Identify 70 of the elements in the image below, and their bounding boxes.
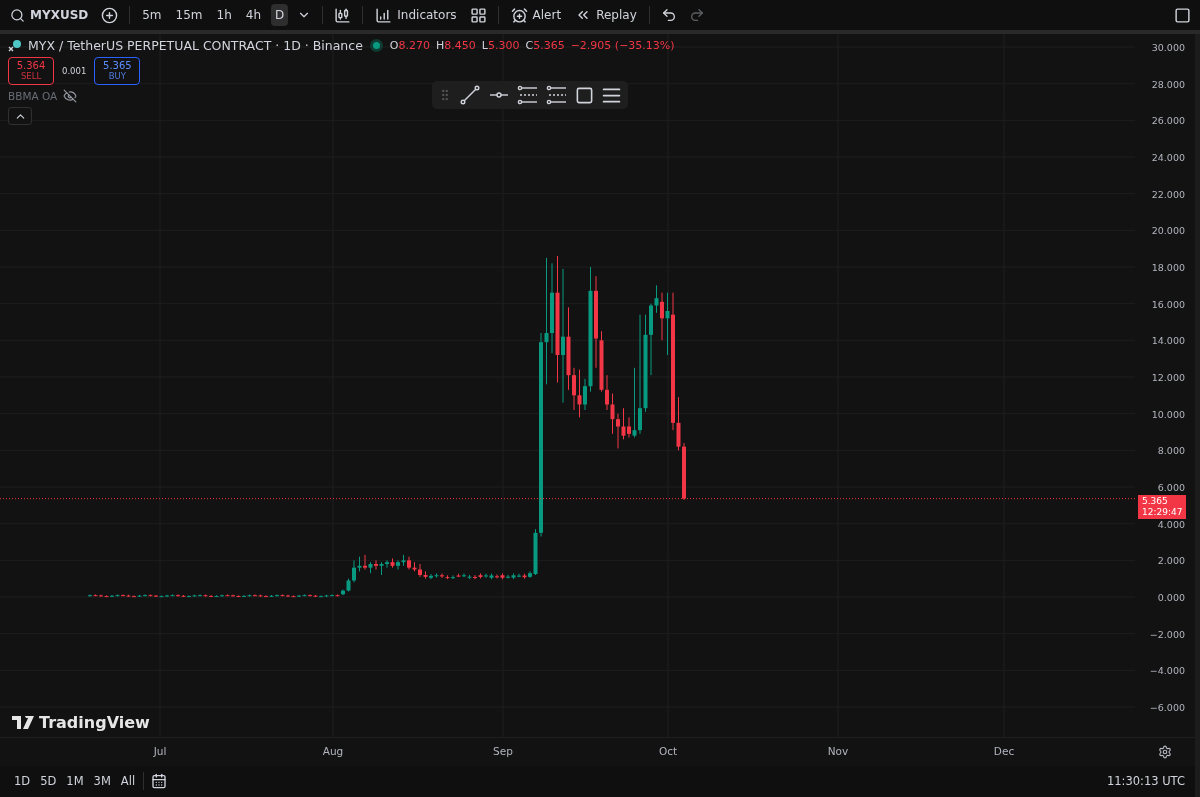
levels-icon[interactable]	[546, 84, 568, 106]
indicator-name: BBMA OA	[8, 90, 58, 102]
price-label: 12.000	[1151, 371, 1185, 383]
rectangle-icon[interactable]	[575, 85, 594, 105]
alert-button[interactable]: Alert	[506, 2, 566, 28]
alarm-clock-icon	[510, 6, 528, 24]
clock: 11:30:13 UTC	[1106, 774, 1185, 789]
symbol-search[interactable]: MYXUSD	[6, 3, 93, 27]
square-icon	[1174, 6, 1191, 24]
price-label: 4.000	[1157, 518, 1185, 530]
levels-icon[interactable]	[517, 84, 539, 106]
replay-button[interactable]: Replay	[571, 3, 641, 27]
time-label: Sep	[493, 745, 513, 757]
price-label: −6.000	[1149, 701, 1185, 713]
bar-chart-icon	[375, 6, 393, 24]
price-label: −2.000	[1149, 628, 1185, 640]
interval-button[interactable]: 4h	[241, 4, 266, 26]
trend-line-icon[interactable]	[459, 84, 481, 106]
time-label: Dec	[993, 745, 1015, 757]
price-change: −2.905 (−35.13%)	[570, 39, 675, 52]
price-label: 18.000	[1151, 261, 1185, 273]
hidden-eye-icon[interactable]	[63, 89, 78, 103]
undo-icon	[660, 7, 677, 23]
price-label: 20.000	[1151, 224, 1185, 236]
chart-title: MYX / TetherUS PERPETUAL CONTRACT · 1D · Binance	[28, 38, 363, 53]
interval-button[interactable]: 1h	[212, 4, 236, 26]
time-label: Oct	[658, 745, 678, 757]
range-button[interactable]: 3M	[89, 771, 115, 792]
candlestick-icon	[334, 6, 352, 24]
redo-icon	[688, 7, 705, 23]
indicators-button[interactable]: Indicators	[371, 2, 461, 28]
collapse-legend-button[interactable]	[8, 107, 32, 125]
symbol-logo-icon	[8, 38, 22, 53]
price-label: 30.000	[1151, 41, 1185, 53]
range-button[interactable]: 5D	[36, 771, 61, 792]
sell-button[interactable]: 5.364 SELL	[8, 57, 54, 85]
spread-value: 0.001	[62, 66, 87, 76]
price-label: 22.000	[1151, 188, 1185, 200]
grid-icon	[469, 6, 487, 24]
range-button[interactable]: All	[116, 771, 140, 792]
range-button[interactable]: 1D	[10, 771, 35, 792]
interval-button[interactable]: D	[271, 4, 289, 26]
range-button[interactable]: 1M	[62, 771, 88, 792]
price-label: 14.000	[1151, 334, 1185, 346]
ohlc-value: C5.365	[525, 39, 565, 52]
ohlc-value: H8.450	[436, 39, 476, 52]
buy-button[interactable]: 5.365 BUY	[94, 57, 141, 85]
plus-icon	[101, 6, 119, 24]
interval-button[interactable]: 5m	[138, 4, 166, 26]
tradingview-logo: TradingView	[12, 713, 150, 732]
ohlc-value: L5.300	[481, 39, 520, 52]
price-label: 2.000	[1157, 554, 1185, 566]
time-label: Jul	[153, 745, 167, 757]
ohlc-value: O8.270	[389, 39, 431, 52]
price-label: 26.000	[1151, 114, 1185, 126]
calendar-icon	[151, 773, 168, 790]
price-label: 16.000	[1151, 298, 1185, 310]
last-price-tag: 5.365 12:29:47	[1138, 495, 1187, 519]
price-label: 10.000	[1151, 408, 1185, 420]
price-label: 0.000	[1157, 591, 1185, 603]
settings-icon[interactable]	[1158, 744, 1172, 759]
price-label: 28.000	[1151, 78, 1185, 90]
search-icon	[10, 7, 25, 23]
time-label: Nov	[827, 745, 849, 757]
price-label: 24.000	[1151, 151, 1185, 163]
price-label: 6.000	[1157, 481, 1185, 493]
time-label: Aug	[322, 745, 344, 757]
price-label: −4.000	[1149, 664, 1185, 676]
price-label: 8.000	[1157, 444, 1185, 456]
interval-button[interactable]: 15m	[171, 4, 207, 26]
